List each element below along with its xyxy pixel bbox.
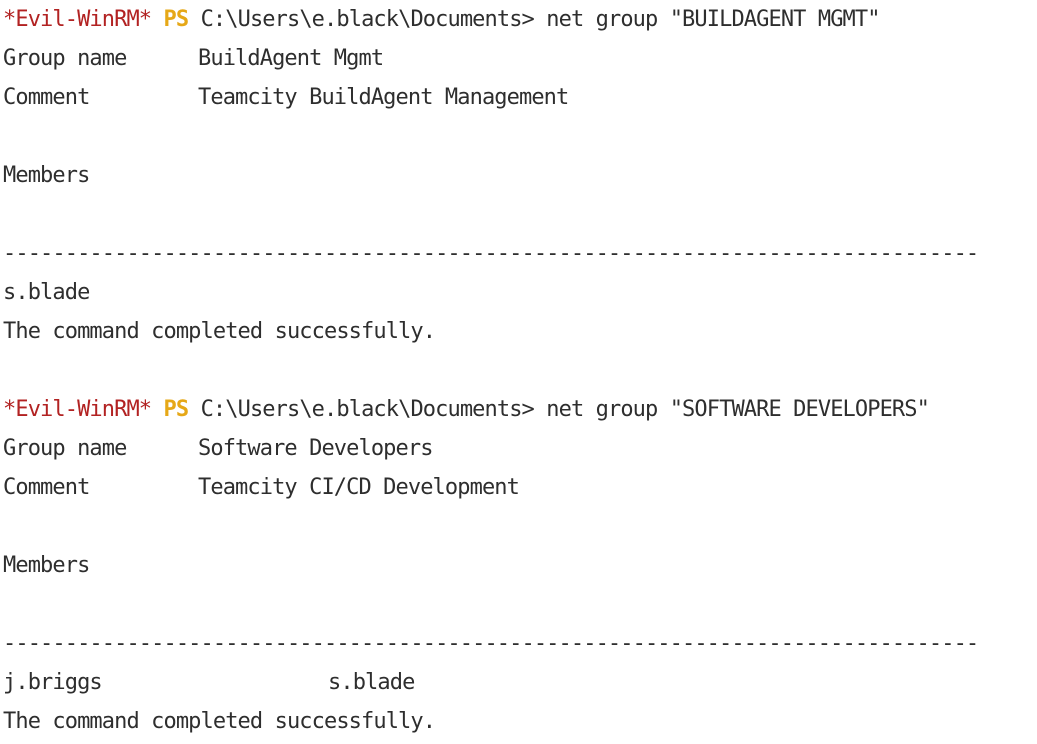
separator-line: ----------------------------------------… (3, 631, 979, 656)
prompt-host: *Evil-WinRM* (3, 7, 152, 32)
members-row: s.blade (3, 273, 1037, 312)
prompt-ps: PS (163, 7, 190, 32)
command-text: net group "BUILDAGENT MGMT" (546, 7, 880, 32)
comment-row: Comment Teamcity BuildAgent Management (3, 78, 1037, 117)
separator-line: ----------------------------------------… (3, 241, 979, 266)
members-row: j.briggs s.blade (3, 663, 1037, 702)
comment-row: Comment Teamcity CI/CD Development (3, 468, 1037, 507)
members-label: Members (3, 163, 90, 188)
prompt-line: *Evil-WinRM* PS C:\Users\e.black\Documen… (3, 390, 1037, 429)
command-text: net group "SOFTWARE DEVELOPERS" (546, 397, 930, 422)
member-item: s.blade (328, 670, 415, 695)
prompt-path: C:\Users\e.black\Documents> (200, 7, 535, 32)
comment-value: Teamcity CI/CD Development (198, 475, 520, 500)
group-name-label: Group name (3, 46, 127, 71)
prompt-path: C:\Users\e.black\Documents> (200, 397, 535, 422)
member-item: s.blade (3, 280, 90, 305)
prompt-host: *Evil-WinRM* (3, 397, 152, 422)
comment-label: Comment (3, 85, 90, 110)
member-item: j.briggs (3, 670, 103, 695)
comment-value: Teamcity BuildAgent Management (198, 85, 569, 110)
prompt-ps: PS (163, 397, 190, 422)
status-line: The command completed successfully. (3, 709, 436, 734)
group-name-row: Group name BuildAgent Mgmt (3, 39, 1037, 78)
members-label: Members (3, 553, 90, 578)
prompt-line: *Evil-WinRM* PS C:\Users\e.black\Documen… (3, 0, 1037, 39)
comment-label: Comment (3, 475, 90, 500)
group-name-label: Group name (3, 436, 127, 461)
group-name-value: BuildAgent Mgmt (198, 46, 384, 71)
terminal-window[interactable]: *Evil-WinRM* PS C:\Users\e.black\Documen… (0, 0, 1037, 744)
group-name-value: Software Developers (198, 436, 433, 461)
status-line: The command completed successfully. (3, 319, 436, 344)
group-name-row: Group name Software Developers (3, 429, 1037, 468)
